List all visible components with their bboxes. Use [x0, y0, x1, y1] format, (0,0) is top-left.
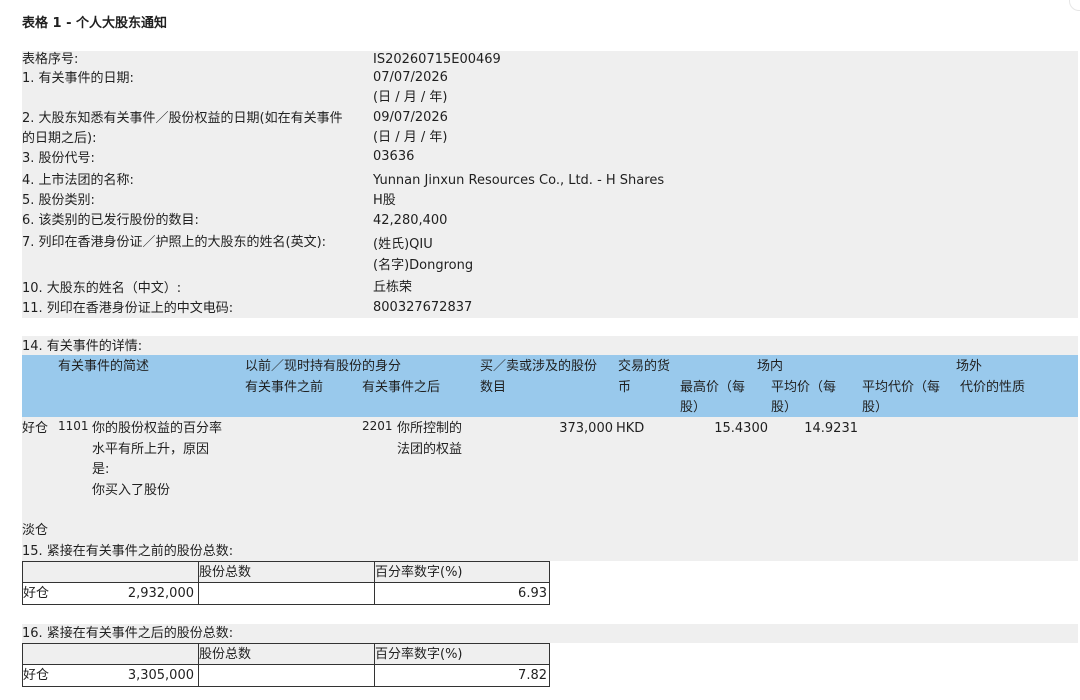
form-no-label: 表格序号:	[22, 52, 79, 67]
after-total-pct: 7.82	[518, 668, 547, 683]
row-event-code: 1101	[58, 419, 89, 433]
issuer-label: 4. 上市法团的名称:	[22, 173, 134, 188]
hdr-off-avg-line1: 平均代价（每	[862, 380, 941, 395]
form-title: 表格 1 - 个人大股东通知	[22, 16, 168, 31]
details-section-label: 14. 有关事件的详情:	[22, 339, 143, 354]
hdr-high-line2: 股）	[680, 400, 707, 415]
aware-date-label-line1: 2. 大股东知悉有关事件／股份权益的日期(如在有关事件	[22, 111, 343, 126]
hdr-avg-line1: 平均价（每	[771, 380, 837, 395]
share-class-label: 5. 股份类别:	[22, 193, 95, 208]
row-capacity-line1: 你所控制的	[397, 421, 463, 436]
issued-shares-value: 42,280,400	[373, 213, 448, 228]
row-high-price: 15.4300	[714, 421, 768, 436]
before-total-col-shares: 股份总数	[199, 565, 252, 580]
row-desc-line4: 你买入了股份	[92, 483, 171, 498]
share-class-value: H股	[373, 193, 396, 208]
after-total-shares: 3,305,000	[127, 668, 194, 683]
row-desc-line1: 你的股份权益的百分率	[92, 421, 223, 436]
event-date-hint: (日 / 月 / 年)	[373, 90, 448, 105]
aware-date-label-line2: 的日期之后):	[22, 131, 97, 146]
before-total-table: 股份总数 百分率数字(%) 好仓 2,932,000 6.93	[22, 561, 550, 605]
cn-code-value: 800327672837	[373, 300, 473, 315]
name-cn-label: 10. 大股东的姓名（中文）:	[22, 281, 182, 296]
row-short-position: 淡仓	[22, 523, 49, 538]
before-total-shares: 2,932,000	[127, 586, 194, 601]
row-capacity-code: 2201	[362, 419, 393, 433]
hdr-after: 有关事件之后	[362, 380, 441, 395]
hdr-avg-line2: 股）	[771, 400, 798, 415]
row-desc-line3: 是:	[92, 462, 110, 477]
hdr-nature: 代价的性质	[960, 380, 1026, 395]
row-capacity-line2: 法团的权益	[397, 442, 463, 457]
details-label-band	[22, 336, 1078, 355]
hdr-off-exchange: 场外	[956, 359, 983, 374]
after-total-row-label: 好仓	[23, 668, 50, 683]
hdr-high-line1: 最高价（每	[680, 380, 746, 395]
name-en-given: (名字)Dongrong	[373, 258, 474, 273]
row-position: 好仓	[22, 421, 49, 436]
hdr-capacity: 以前／现时持有股份的身分	[245, 359, 402, 374]
hdr-before: 有关事件之前	[245, 380, 324, 395]
before-total-section-label: 15. 紧接在有关事件之前的股份总数:	[22, 544, 234, 559]
cn-code-label: 11. 列印在香港身份证上的中文电码:	[22, 301, 234, 316]
row-desc-line2: 水平有所上升，原因	[92, 442, 210, 457]
hdr-currency-line1: 交易的货	[618, 359, 671, 374]
issued-shares-label: 6. 该类别的已发行股份的数目:	[22, 213, 199, 228]
row-shares: 373,000	[559, 421, 613, 436]
event-date-value: 07/07/2026	[373, 70, 448, 85]
row-currency: HKD	[616, 421, 645, 436]
before-total-header-row	[23, 562, 549, 583]
name-cn-value: 丘栋荣	[373, 280, 413, 295]
name-en-surname: (姓氏)QIU	[373, 237, 433, 252]
aware-date-value: 09/07/2026	[373, 110, 448, 125]
before-total-pct: 6.93	[518, 586, 547, 601]
after-total-col-pct: 百分率数字(%)	[375, 647, 463, 662]
section-gap	[22, 318, 1078, 336]
after-total-section-label: 16. 紧接在有关事件之后的股份总数:	[22, 626, 234, 641]
stock-code-value: 03636	[373, 149, 415, 164]
name-en-label: 7. 列印在香港身份证／护照上的大股东的姓名(英文):	[22, 235, 327, 250]
hdr-shares-line2: 数目	[480, 380, 507, 395]
event-date-label: 1. 有关事件的日期:	[22, 71, 134, 86]
form-no-value: IS20260715E00469	[373, 52, 501, 67]
after-total-table: 股份总数 百分率数字(%) 好仓 3,305,000 7.82	[22, 643, 550, 687]
aware-date-hint: (日 / 月 / 年)	[373, 130, 448, 145]
hdr-shares-line1: 买／卖或涉及的股份	[480, 359, 598, 374]
before-total-col-pct: 百分率数字(%)	[375, 565, 463, 580]
row-avg-price: 14.9231	[804, 421, 858, 436]
after-total-col-shares: 股份总数	[199, 647, 252, 662]
before-total-row-label: 好仓	[23, 586, 50, 601]
hdr-currency-line2: 币	[618, 380, 632, 395]
hdr-on-exchange: 场内	[757, 359, 784, 374]
after-total-header-row	[23, 644, 549, 665]
page-corner-decoration	[1069, 0, 1080, 11]
stock-code-label: 3. 股份代号:	[22, 151, 95, 166]
hdr-event-desc: 有关事件的简述	[58, 359, 150, 374]
issuer-value: Yunnan Jinxun Resources Co., Ltd. - H Sh…	[373, 173, 665, 188]
hdr-off-avg-line2: 股）	[862, 400, 889, 415]
